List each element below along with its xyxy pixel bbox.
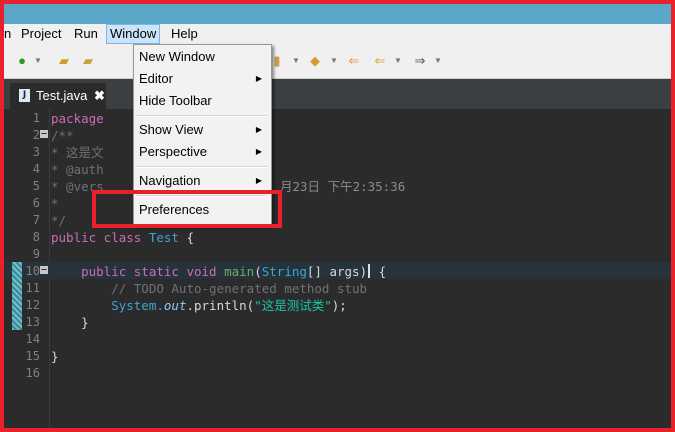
tab-label: Test.java bbox=[36, 88, 88, 103]
fold-toggle-icon[interactable]: − bbox=[40, 130, 48, 138]
line-number: 1 bbox=[32, 111, 40, 125]
code-line-12: System.out.println("这是测试类"); bbox=[51, 297, 347, 314]
code-line-6: * bbox=[51, 196, 59, 211]
code-line-3: * 这是文 bbox=[51, 145, 104, 160]
code-line-4: * @auth bbox=[51, 162, 104, 177]
line-number: 15 bbox=[25, 349, 40, 363]
menu-item-navigation[interactable]: Navigation ▶ bbox=[139, 171, 265, 191]
line-number: 3 bbox=[32, 145, 40, 159]
type-name: String bbox=[261, 264, 307, 279]
forward-dropdown-icon[interactable]: ▼ bbox=[434, 53, 442, 69]
editor-tab-row: J Test.java ✖ bbox=[4, 79, 671, 109]
java-file-icon: J bbox=[19, 89, 30, 102]
field-ref: out bbox=[163, 298, 187, 313]
submenu-arrow-icon: ▶ bbox=[255, 147, 262, 156]
line-number: 7 bbox=[32, 213, 40, 227]
line-number: 2 bbox=[32, 128, 40, 142]
line-number: 14 bbox=[25, 332, 40, 346]
call: .println( bbox=[186, 298, 255, 313]
code-line-7: */ bbox=[51, 213, 67, 228]
next-dropdown-icon[interactable]: ▼ bbox=[330, 53, 338, 69]
menu-item-label: New Window bbox=[139, 49, 215, 64]
menu-separator bbox=[136, 166, 267, 168]
line-number: 13 bbox=[25, 315, 40, 329]
open-type-icon[interactable]: ▰ bbox=[56, 53, 72, 69]
menu-window[interactable]: Window bbox=[106, 24, 161, 44]
menu-item-hide-toolbar[interactable]: Hide Toolbar bbox=[139, 91, 265, 111]
menu-item-label: Hide Toolbar bbox=[139, 93, 212, 108]
menu-bar: n Project Run Window Help bbox=[4, 24, 671, 44]
code-line-10: public static void main(String[] args) { bbox=[51, 263, 386, 280]
code-editor[interactable]: 1 2 3 4 5 6 7 8 9 10 11 12 13 14 15 16 −… bbox=[4, 109, 671, 428]
back-arrow-icon[interactable]: ⇐ bbox=[372, 53, 388, 69]
code-line-15: } bbox=[51, 349, 59, 364]
window-titlebar bbox=[4, 4, 671, 24]
menu-item-label: Navigation bbox=[139, 173, 201, 188]
line-number: 16 bbox=[25, 366, 40, 380]
line-number: 11 bbox=[25, 281, 40, 295]
code-line-2: /** bbox=[51, 128, 74, 143]
text-cursor bbox=[368, 264, 371, 278]
menu-item-label: Show View bbox=[139, 122, 204, 137]
line-number: 9 bbox=[32, 247, 40, 261]
menu-separator bbox=[136, 115, 267, 117]
keyword: public class bbox=[51, 230, 142, 245]
code-line-13: } bbox=[51, 315, 89, 330]
preferences-highlight-box bbox=[92, 190, 282, 228]
open-folder-icon[interactable]: ▰ bbox=[80, 53, 96, 69]
brace: { bbox=[371, 264, 387, 279]
submenu-arrow-icon: ▶ bbox=[255, 176, 262, 185]
string-literal: "这是测试类" bbox=[254, 298, 332, 313]
menu-item-label: Editor bbox=[139, 71, 173, 86]
forward-arrow-icon[interactable]: ⇒ bbox=[412, 53, 428, 69]
menu-item-new-window[interactable]: New Window bbox=[139, 47, 265, 67]
menu-item-label: Perspective bbox=[139, 144, 207, 159]
run-dropdown-icon[interactable]: ▼ bbox=[34, 53, 42, 69]
line-number: 5 bbox=[32, 179, 40, 193]
main-toolbar: ● ▼ ▰ ▰ ▮ ▼ ◆ ▼ ⇐ ⇐ ▼ ⇒ ▼ bbox=[4, 44, 671, 79]
line-number: 4 bbox=[32, 162, 40, 176]
menu-project[interactable]: Project bbox=[18, 26, 64, 42]
call-end: ); bbox=[331, 298, 347, 313]
code-line-8: public class Test { bbox=[51, 229, 194, 246]
menu-item-perspective[interactable]: Perspective ▶ bbox=[139, 142, 265, 162]
annotation-dropdown-icon[interactable]: ▼ bbox=[292, 53, 300, 69]
fold-toggle-icon[interactable]: − bbox=[40, 266, 48, 274]
paren: ) bbox=[359, 264, 368, 279]
code-line-11: // TODO Auto-generated method stub bbox=[51, 281, 368, 296]
keyword: public static void bbox=[51, 264, 217, 279]
brace: { bbox=[178, 230, 195, 245]
line-number: 6 bbox=[32, 196, 40, 210]
class-name: Test bbox=[141, 230, 179, 245]
line-number: 10 bbox=[25, 264, 40, 278]
method-name: main bbox=[216, 264, 255, 279]
next-annotation-icon[interactable]: ◆ bbox=[307, 53, 323, 69]
close-tab-icon[interactable]: ✖ bbox=[94, 83, 105, 109]
code-line-1: package bbox=[51, 111, 104, 126]
tab-test-java[interactable]: J Test.java ✖ bbox=[10, 83, 106, 109]
line-number: 12 bbox=[25, 298, 40, 312]
back-dropdown-icon[interactable]: ▼ bbox=[394, 53, 402, 69]
line-number: 8 bbox=[32, 230, 40, 244]
menu-help[interactable]: Help bbox=[168, 26, 201, 42]
paren: ( bbox=[254, 264, 262, 279]
run-icon[interactable]: ● bbox=[14, 53, 30, 69]
menu-navigate[interactable]: n bbox=[1, 26, 14, 42]
menu-item-show-view[interactable]: Show View ▶ bbox=[139, 120, 265, 140]
submenu-arrow-icon: ▶ bbox=[255, 74, 262, 83]
last-edit-icon[interactable]: ⇐ bbox=[346, 53, 362, 69]
submenu-arrow-icon: ▶ bbox=[255, 125, 262, 134]
comment-date-text: 月23日 下午2:35:36 bbox=[280, 179, 406, 194]
class-ref: System. bbox=[51, 298, 164, 313]
menu-run[interactable]: Run bbox=[71, 26, 101, 42]
params: [] args bbox=[306, 264, 360, 279]
menu-item-editor[interactable]: Editor ▶ bbox=[139, 69, 265, 89]
